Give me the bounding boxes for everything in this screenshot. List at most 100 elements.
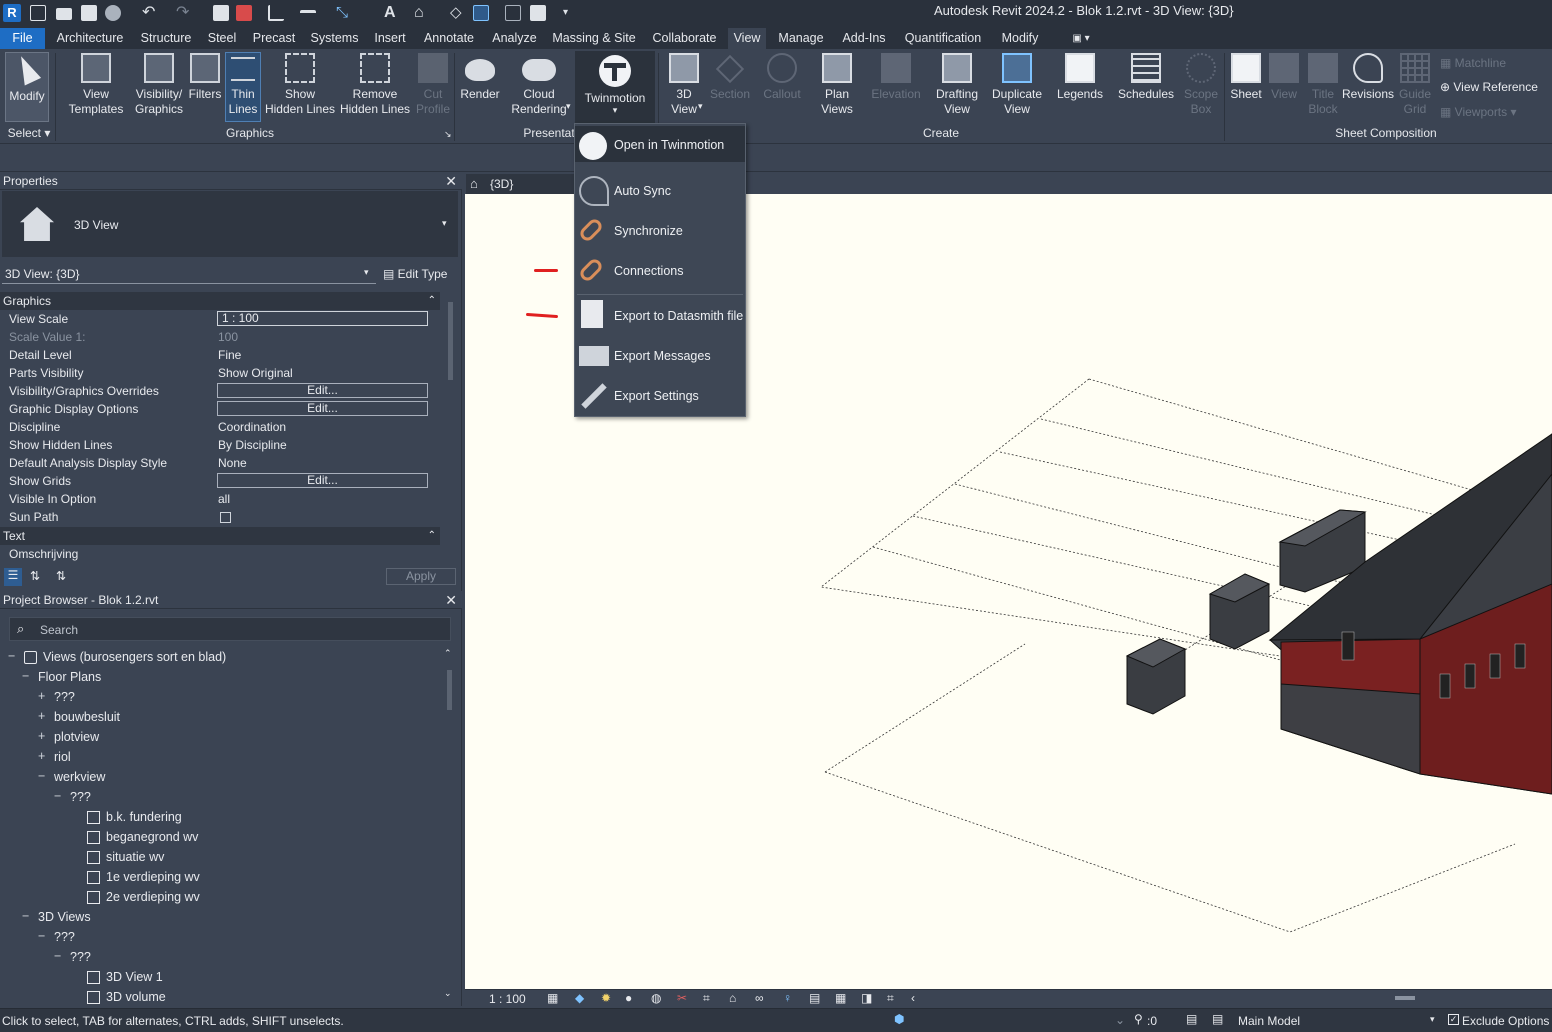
remove-hidden-lines-button[interactable]: Remove Hidden Lines [338, 53, 412, 117]
menu-item-auto-sync[interactable]: Auto Sync [575, 171, 745, 207]
tab-analyze[interactable]: Analyze [487, 28, 542, 49]
tree-item[interactable]: bouwbesluit [54, 710, 120, 724]
tree-item[interactable]: 3D volume [106, 990, 166, 1004]
scrollbar[interactable]: ⌃ ⌄ [444, 648, 456, 1004]
property-row[interactable]: Scale Value 1: 100 [0, 328, 440, 346]
tag-icon[interactable]: ⤡ [336, 5, 352, 21]
tree-item[interactable]: ??? [54, 930, 75, 944]
print-pdf-icon[interactable] [236, 5, 252, 21]
design-options-list-icon[interactable]: ▤ [1212, 1012, 1223, 1026]
filters-button[interactable]: Filters [186, 53, 224, 102]
tree-item[interactable]: 3D Views [38, 910, 91, 924]
horizontal-scrollbar[interactable] [1395, 996, 1415, 1000]
property-row[interactable]: Graphic Display Options Edit... [0, 400, 440, 418]
tab-precast[interactable]: Precast [250, 28, 298, 49]
expand-icon[interactable]: + [38, 729, 45, 743]
edit-button[interactable]: Edit... [217, 383, 428, 398]
tree-item[interactable]: werkview [54, 770, 105, 784]
sync-icon[interactable] [105, 5, 121, 21]
menu-item-open-in-twinmotion[interactable]: Open in Twinmotion [575, 126, 745, 162]
cut-profile-button[interactable]: Cut Profile [414, 53, 452, 117]
show-hidden-lines-button[interactable]: Show Hidden Lines [264, 53, 336, 117]
thin-lines-qat-icon[interactable] [473, 5, 489, 21]
property-row[interactable]: Detail Level Fine [0, 346, 440, 364]
shadows-icon[interactable]: ● [625, 991, 632, 1005]
open-folder-icon[interactable] [56, 8, 72, 20]
sun-path-icon[interactable]: ✹ [601, 991, 611, 1005]
tree-item[interactable]: 2e verdieping wv [106, 890, 200, 904]
editable-only-icon[interactable]: ⌄ [1115, 1013, 1125, 1027]
measure-icon[interactable] [268, 5, 284, 21]
menu-item-synchronize[interactable]: Synchronize [575, 211, 745, 247]
tab-add-ins[interactable]: Add-Ins [838, 28, 890, 49]
qat-customize-icon[interactable]: ▾ [563, 5, 579, 21]
view-scale-label[interactable]: 1 : 100 [489, 992, 526, 1006]
chevron-down-icon[interactable]: ▾ [1430, 1014, 1435, 1025]
tree-item[interactable]: b.k. fundering [106, 810, 182, 824]
collapse-icon[interactable]: − [38, 769, 45, 783]
close-icon[interactable]: ✕ [445, 172, 457, 190]
collapse-icon[interactable]: − [22, 669, 29, 683]
dimension-icon[interactable] [300, 10, 316, 18]
camera-dropdown-icon[interactable]: ▣ ▾ [1066, 28, 1096, 49]
property-row[interactable]: Show Hidden Lines By Discipline [0, 436, 440, 454]
sort-categorized-icon[interactable]: ☰ [4, 568, 22, 586]
render-button[interactable]: Render [458, 53, 502, 102]
twinmotion-button[interactable]: Twinmotion ▾ [575, 51, 655, 123]
graphics-dialog-launcher-icon[interactable]: ↘ [444, 129, 452, 140]
edit-button[interactable]: Edit... [217, 401, 428, 416]
select-panel-label[interactable]: Select ▾ [6, 126, 52, 140]
tree-item[interactable]: plotview [54, 730, 99, 744]
thin-lines-button[interactable]: Thin Lines [225, 52, 261, 122]
save-icon[interactable] [81, 5, 97, 21]
collapse-icon[interactable]: − [38, 929, 45, 943]
selection-filter-icon[interactable]: ⚲ [1134, 1012, 1143, 1026]
worksharing-display-icon[interactable]: ▤ [809, 991, 820, 1005]
expand-icon[interactable]: + [38, 709, 45, 723]
view-scale-input[interactable]: 1 : 100 [217, 311, 428, 326]
redo-icon[interactable]: ↷ [176, 5, 192, 21]
property-row[interactable]: Default Analysis Display Style None [0, 454, 440, 472]
view-tab-3d[interactable]: ⌂ {3D} [466, 174, 578, 194]
visibility-graphics-button[interactable]: Visibility/Graphics [132, 53, 186, 117]
tab-structure[interactable]: Structure [136, 28, 196, 49]
default-3d-icon[interactable]: ⌂ [414, 5, 430, 21]
detail-level-icon[interactable]: ▦ [547, 991, 558, 1005]
tab-file[interactable]: File [0, 28, 45, 49]
tree-item[interactable]: 1e verdieping wv [106, 870, 200, 884]
instance-selector[interactable]: 3D View: {3D} ▾ [2, 264, 376, 284]
collapse-icon[interactable]: − [54, 789, 61, 803]
lock-3d-icon[interactable]: ⌂ [729, 991, 736, 1005]
close-icon[interactable]: ✕ [445, 591, 457, 609]
text-icon[interactable]: A [384, 5, 400, 21]
tree-item[interactable]: Views (burosengers sort en blad) [43, 650, 226, 664]
highlight-displacement-icon[interactable]: ◨ [861, 991, 872, 1005]
close-hidden-icon[interactable] [505, 5, 521, 21]
menu-item-export-messages[interactable]: Export Messages [575, 336, 745, 372]
sun-path-checkbox[interactable] [220, 512, 231, 523]
design-options-icon[interactable]: ▤ [1186, 1012, 1197, 1026]
menu-item-export-settings[interactable]: Export Settings [575, 376, 745, 412]
temporary-hide-icon[interactable]: ∞ [755, 991, 764, 1005]
tree-item[interactable]: 3D View 1 [106, 970, 163, 984]
tab-view[interactable]: View [728, 28, 766, 49]
render-dialog-icon[interactable]: ◍ [651, 991, 661, 1005]
sort-descending-icon[interactable]: ⇅ [56, 569, 66, 583]
revit-logo-icon[interactable]: R [3, 4, 21, 22]
sort-ascending-icon[interactable]: ⇅ [30, 569, 40, 583]
menu-item-connections[interactable]: Connections [575, 251, 745, 287]
tree-item[interactable]: ??? [70, 950, 91, 964]
collapse-icon[interactable]: − [8, 649, 15, 663]
scrollbar[interactable] [446, 292, 456, 562]
analytical-model-icon[interactable]: ▦ [835, 991, 846, 1005]
tree-item[interactable]: situatie wv [106, 850, 164, 864]
tree-item[interactable]: riol [54, 750, 71, 764]
group-graphics[interactable]: Graphics ⌃ [0, 292, 440, 310]
tree-item[interactable]: Floor Plans [38, 670, 101, 684]
crop-view-icon[interactable]: ✂ [677, 991, 687, 1005]
tab-systems[interactable]: Systems [307, 28, 362, 49]
tab-collaborate[interactable]: Collaborate [648, 28, 721, 49]
apply-button[interactable]: Apply [386, 568, 456, 585]
group-text[interactable]: Text ⌃ [0, 527, 440, 545]
tree-item[interactable]: beganegrond wv [106, 830, 198, 844]
